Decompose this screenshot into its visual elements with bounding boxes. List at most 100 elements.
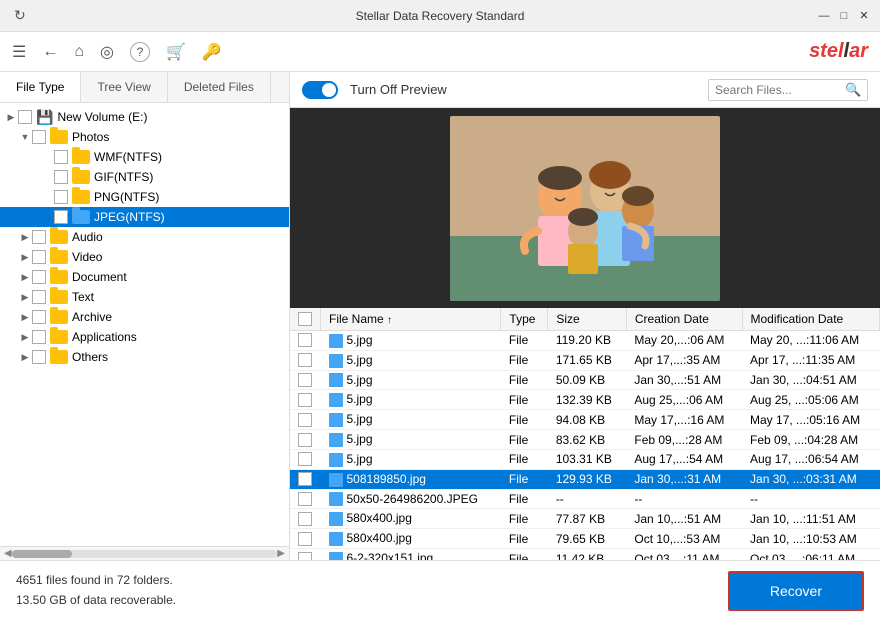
horizontal-scrollbar[interactable]: ◀ ▶ bbox=[0, 546, 289, 560]
table-row[interactable]: 6-2-320x151.jpg File 11.42 KB Oct 03,...… bbox=[290, 549, 880, 560]
table-row[interactable]: 5.jpg File 132.39 KB Aug 25,...:06 AM Au… bbox=[290, 390, 880, 410]
th-size[interactable]: Size bbox=[548, 308, 627, 331]
row-checkbox-0[interactable] bbox=[298, 333, 312, 347]
table-row[interactable]: 5.jpg File 94.08 KB May 17,...:16 AM May… bbox=[290, 410, 880, 430]
close-button[interactable]: ✕ bbox=[856, 8, 872, 24]
file-table-container[interactable]: File Name ↑ Type Size Creation Date Modi… bbox=[290, 308, 880, 560]
checkbox-new-volume[interactable] bbox=[18, 110, 32, 124]
tree-item-text[interactable]: ▶ Text bbox=[0, 287, 289, 307]
th-modification-date[interactable]: Modification Date bbox=[742, 308, 879, 331]
tree-item-others[interactable]: ▶ Others bbox=[0, 347, 289, 367]
recover-button[interactable]: Recover bbox=[728, 571, 864, 611]
cell-creation-2: Jan 30,...:51 AM bbox=[626, 370, 742, 390]
search-box[interactable]: 🔍 bbox=[708, 79, 868, 101]
tree-label-document: Document bbox=[72, 270, 127, 284]
menu-icon[interactable]: ☰ bbox=[12, 42, 26, 62]
titlebar-back[interactable]: ↻ bbox=[8, 3, 32, 28]
scroll-left-arrow[interactable]: ◀ bbox=[4, 548, 12, 559]
expand-document[interactable]: ▶ bbox=[18, 272, 32, 283]
table-row[interactable]: 580x400.jpg File 77.87 KB Jan 10,...:51 … bbox=[290, 509, 880, 529]
checkbox-video[interactable] bbox=[32, 250, 46, 264]
row-checkbox-10[interactable] bbox=[298, 532, 312, 546]
row-checkbox-8[interactable] bbox=[298, 492, 312, 506]
checkbox-text[interactable] bbox=[32, 290, 46, 304]
th-filename[interactable]: File Name ↑ bbox=[321, 308, 501, 331]
row-checkbox-7[interactable] bbox=[298, 472, 312, 486]
tab-tree-view[interactable]: Tree View bbox=[81, 72, 167, 102]
table-row[interactable]: 5.jpg File 171.65 KB Apr 17,...:35 AM Ap… bbox=[290, 350, 880, 370]
file-table: File Name ↑ Type Size Creation Date Modi… bbox=[290, 308, 880, 560]
row-checkbox-1[interactable] bbox=[298, 353, 312, 367]
tree-item-applications[interactable]: ▶ Applications bbox=[0, 327, 289, 347]
tree-item-gif[interactable]: GIF(NTFS) bbox=[0, 167, 289, 187]
row-checkbox-2[interactable] bbox=[298, 373, 312, 387]
table-row[interactable]: 5.jpg File 50.09 KB Jan 30,...:51 AM Jan… bbox=[290, 370, 880, 390]
tab-file-type[interactable]: File Type bbox=[0, 72, 81, 102]
cell-type-3: File bbox=[501, 390, 548, 410]
expand-text[interactable]: ▶ bbox=[18, 292, 32, 303]
expand-archive[interactable]: ▶ bbox=[18, 312, 32, 323]
row-checkbox-6[interactable] bbox=[298, 452, 312, 466]
expand-audio[interactable]: ▶ bbox=[18, 232, 32, 243]
row-checkbox-5[interactable] bbox=[298, 433, 312, 447]
select-all-checkbox[interactable] bbox=[298, 312, 312, 326]
tree-item-new-volume[interactable]: ▶ 💾 New Volume (E:) bbox=[0, 107, 289, 127]
home-icon[interactable]: ⌂ bbox=[74, 43, 84, 61]
table-row[interactable]: 50x50-264986200.JPEG File -- -- -- bbox=[290, 489, 880, 509]
file-icon-0 bbox=[329, 334, 343, 348]
tree-item-png[interactable]: PNG(NTFS) bbox=[0, 187, 289, 207]
key-icon[interactable]: 🔑 bbox=[202, 42, 222, 62]
expand-video[interactable]: ▶ bbox=[18, 252, 32, 263]
row-checkbox-4[interactable] bbox=[298, 413, 312, 427]
tree-item-jpeg[interactable]: JPEG(NTFS) bbox=[0, 207, 289, 227]
row-checkbox-3[interactable] bbox=[298, 393, 312, 407]
maximize-button[interactable]: □ bbox=[836, 8, 852, 24]
table-row[interactable]: 5.jpg File 83.62 KB Feb 09,...:28 AM Feb… bbox=[290, 430, 880, 450]
tree-item-photos[interactable]: ▼ Photos bbox=[0, 127, 289, 147]
search-input[interactable] bbox=[715, 83, 845, 97]
checkbox-wmf[interactable] bbox=[54, 150, 68, 164]
checkbox-audio[interactable] bbox=[32, 230, 46, 244]
tree-item-audio[interactable]: ▶ Audio bbox=[0, 227, 289, 247]
checkbox-gif[interactable] bbox=[54, 170, 68, 184]
row-checkbox-9[interactable] bbox=[298, 512, 312, 526]
tree-item-wmf[interactable]: WMF(NTFS) bbox=[0, 147, 289, 167]
minimize-button[interactable]: — bbox=[816, 8, 832, 24]
scan-icon[interactable]: ◎ bbox=[100, 42, 114, 62]
table-row[interactable]: 508189850.jpg File 129.93 KB Jan 30,...:… bbox=[290, 469, 880, 489]
help-icon[interactable]: ? bbox=[130, 42, 150, 62]
th-creation-date[interactable]: Creation Date bbox=[626, 308, 742, 331]
checkbox-document[interactable] bbox=[32, 270, 46, 284]
checkbox-others[interactable] bbox=[32, 350, 46, 364]
tree-item-document[interactable]: ▶ Document bbox=[0, 267, 289, 287]
cell-modification-7: Jan 30, ...:03:31 AM bbox=[742, 469, 879, 489]
row-checkbox-11[interactable] bbox=[298, 552, 312, 560]
checkbox-jpeg[interactable] bbox=[54, 210, 68, 224]
checkbox-applications[interactable] bbox=[32, 330, 46, 344]
th-type[interactable]: Type bbox=[501, 308, 548, 331]
table-row[interactable]: 580x400.jpg File 79.65 KB Oct 10,...:53 … bbox=[290, 529, 880, 549]
cell-modification-5: Feb 09, ...:04:28 AM bbox=[742, 430, 879, 450]
preview-toggle[interactable] bbox=[302, 81, 338, 99]
back-icon[interactable]: ← bbox=[42, 43, 58, 61]
tree-item-video[interactable]: ▶ Video bbox=[0, 247, 289, 267]
scroll-right-arrow[interactable]: ▶ bbox=[277, 548, 285, 559]
tree-label-photos: Photos bbox=[72, 130, 109, 144]
scroll-track bbox=[12, 550, 278, 558]
table-row[interactable]: 5.jpg File 103.31 KB Aug 17,...:54 AM Au… bbox=[290, 449, 880, 469]
table-row[interactable]: 5.jpg File 119.20 KB May 20,...:06 AM Ma… bbox=[290, 331, 880, 351]
checkbox-photos[interactable] bbox=[32, 130, 46, 144]
expand-others[interactable]: ▶ bbox=[18, 352, 32, 363]
checkbox-archive[interactable] bbox=[32, 310, 46, 324]
scroll-thumb[interactable] bbox=[12, 550, 72, 558]
expand-new-volume[interactable]: ▶ bbox=[4, 112, 18, 123]
th-checkbox[interactable] bbox=[290, 308, 321, 331]
tab-deleted-files[interactable]: Deleted Files bbox=[168, 72, 271, 102]
cell-creation-5: Feb 09,...:28 AM bbox=[626, 430, 742, 450]
tree-item-archive[interactable]: ▶ Archive bbox=[0, 307, 289, 327]
search-icon[interactable]: 🔍 bbox=[845, 82, 861, 98]
expand-applications[interactable]: ▶ bbox=[18, 332, 32, 343]
cart-icon[interactable]: 🛒 bbox=[166, 42, 186, 62]
expand-photos[interactable]: ▼ bbox=[18, 132, 32, 142]
checkbox-png[interactable] bbox=[54, 190, 68, 204]
